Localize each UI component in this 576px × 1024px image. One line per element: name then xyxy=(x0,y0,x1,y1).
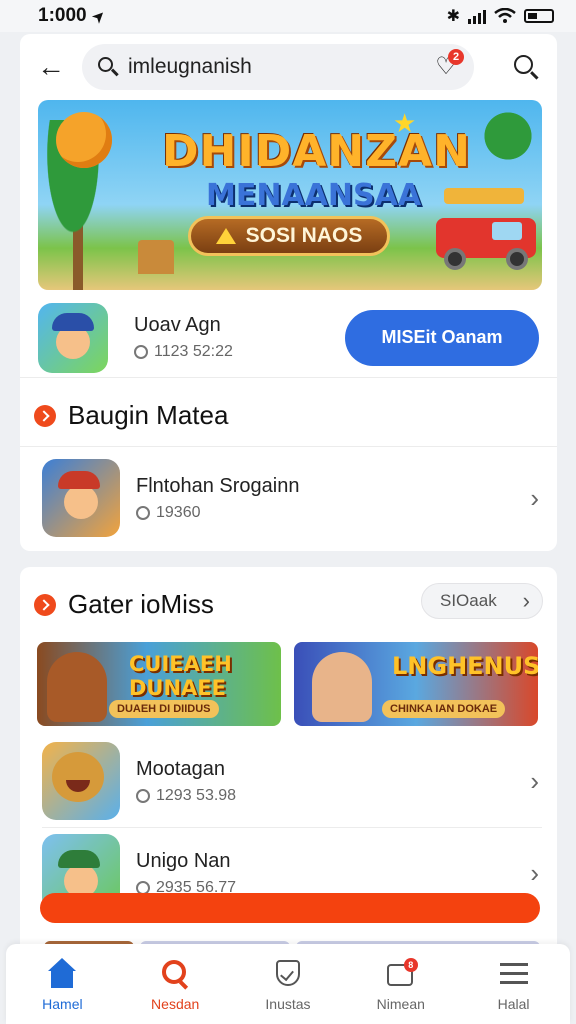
download-icon xyxy=(136,788,150,803)
nav-label: Nimean xyxy=(376,996,425,1012)
status-icons: ✱ xyxy=(447,6,554,26)
wifi-icon xyxy=(494,8,516,23)
download-icon xyxy=(134,345,148,359)
mini-banner-title: LNGHENUS xyxy=(392,652,538,680)
divider xyxy=(20,446,557,447)
see-more-button[interactable]: SIOaak › xyxy=(421,583,543,619)
nav-search[interactable]: Nesdan xyxy=(125,958,225,1012)
app-meta: 1293 53.98 xyxy=(136,787,236,805)
nav-label: Hamel xyxy=(42,996,83,1012)
palm-tree-art xyxy=(478,106,538,166)
app-meta: 19360 xyxy=(136,504,299,522)
play-triangle-icon xyxy=(215,228,236,244)
chevron-right-icon: › xyxy=(530,765,539,796)
app-name: Unigo Nan xyxy=(136,849,231,872)
tag-icon xyxy=(271,958,305,990)
app-meta-value: 1293 53.98 xyxy=(156,786,237,804)
top-bar: ← imleugnanish ♡ 2 xyxy=(20,34,557,100)
nav-tags[interactable]: Inustas xyxy=(238,958,338,1012)
section-header: Gater ioMiss xyxy=(34,589,214,620)
app-info: Mootagan 1293 53.98 xyxy=(136,758,236,805)
mini-banner-title: CUIEAEH DUNAEE xyxy=(129,652,232,700)
search-button[interactable] xyxy=(509,50,543,84)
section-arrow-icon xyxy=(34,593,56,616)
nav-label: Halal xyxy=(497,996,530,1012)
search-icon xyxy=(158,958,192,990)
nav-label: Inustas xyxy=(265,996,311,1012)
pumpkin-art xyxy=(56,112,112,168)
featured-card: ★ DHIDANZAN MENAANSAA SOSI NAOS Uoav Agn… xyxy=(20,100,557,551)
chevron-right-icon: › xyxy=(530,482,539,513)
home-icon xyxy=(45,958,79,990)
hut-art xyxy=(138,240,174,274)
app-name: Mootagan xyxy=(136,757,225,780)
chevron-right-icon: › xyxy=(530,857,539,888)
chevron-right-icon: › xyxy=(522,588,530,613)
clock: 1:000 xyxy=(38,5,87,26)
games-card: Gater ioMiss SIOaak › CUIEAEH DUNAEE DUA… xyxy=(20,567,557,947)
wishlist-button[interactable]: ♡ 2 xyxy=(432,49,464,81)
app-icon xyxy=(42,459,120,537)
menu-icon xyxy=(497,958,531,990)
app-name: Flntohan Srogainn xyxy=(136,474,300,497)
location-arrow-icon: ➤ xyxy=(88,5,108,26)
bluetooth-icon: ✱ xyxy=(446,8,460,25)
truck-art xyxy=(436,188,536,270)
app-info: Flntohan Srogainn 19360 xyxy=(136,475,299,522)
section-title: Gater ioMiss xyxy=(68,589,214,619)
app-meta: 1123 52:22 xyxy=(134,343,233,361)
banner-play-button[interactable]: SOSI NAOS xyxy=(188,216,390,256)
character-art xyxy=(312,652,372,722)
status-bar: 1:000 ➤ ✱ xyxy=(0,0,576,32)
list-item[interactable]: Mootagan 1293 53.98 › xyxy=(20,737,557,825)
banner-subtitle: MENAANSAA xyxy=(206,178,422,213)
hero-banner[interactable]: ★ DHIDANZAN MENAANSAA SOSI NAOS xyxy=(38,100,542,290)
mini-banner-subtitle: CHINKA IAN DOKAE xyxy=(382,700,506,718)
section-header: Baugin Matea xyxy=(34,400,228,431)
character-art xyxy=(47,652,107,722)
search-input[interactable]: imleugnanish xyxy=(128,55,252,79)
back-button[interactable]: ← xyxy=(34,50,68,84)
wishlist-badge: 2 xyxy=(448,49,464,65)
nav-menu[interactable]: Halal xyxy=(464,958,564,1012)
app-info: Unigo Nan 2935 56.77 xyxy=(136,850,236,897)
battery-icon xyxy=(524,9,554,23)
back-arrow-icon: ← xyxy=(37,51,65,82)
search-icon xyxy=(96,55,120,79)
download-icon xyxy=(136,505,150,520)
nav-label: Nesdan xyxy=(151,996,200,1012)
banner-play-label: SOSI NAOS xyxy=(245,224,363,247)
app-name: Uoav Agn xyxy=(134,314,221,336)
signal-icon xyxy=(468,8,486,24)
divider xyxy=(42,827,542,828)
list-item[interactable]: Flntohan Srogainn 19360 › xyxy=(20,452,557,544)
app-icon xyxy=(38,302,108,373)
message-badge: 8 xyxy=(403,958,418,972)
nav-home[interactable]: Hamel xyxy=(12,958,112,1012)
search-bar[interactable]: imleugnanish ♡ 2 xyxy=(82,44,474,90)
app-info: Uoav Agn 1123 52:22 xyxy=(134,314,233,361)
see-more-label: SIOaak xyxy=(440,591,497,610)
mini-banner-subtitle: DUAEH DI DIIDUS xyxy=(109,700,219,718)
mini-banner[interactable]: LNGHENUS CHINKA IAN DOKAE xyxy=(294,642,538,726)
nav-messages[interactable]: 8 Nimean xyxy=(351,958,451,1012)
section-title: Baugin Matea xyxy=(68,400,229,430)
app-meta-value: 19360 xyxy=(156,503,201,521)
mini-banner[interactable]: CUIEAEH DUNAEE DUAEH DI DIIDUS xyxy=(37,642,281,726)
section-arrow-icon xyxy=(34,404,56,427)
message-icon: 8 xyxy=(384,958,418,990)
install-button[interactable]: MISEit Oanam xyxy=(345,309,539,366)
bottom-nav: Hamel Nesdan Inustas 8 Nimean Halal xyxy=(6,944,570,1024)
banner-title: DHIDANZAN xyxy=(162,126,471,177)
app-meta-value: 1123 52:22 xyxy=(154,343,233,360)
action-bar[interactable] xyxy=(40,893,540,923)
promo-app-row[interactable]: Uoav Agn 1123 52:22 MISEit Oanam xyxy=(20,298,557,378)
status-time: 1:000 ➤ xyxy=(38,5,108,27)
app-icon xyxy=(42,742,120,820)
